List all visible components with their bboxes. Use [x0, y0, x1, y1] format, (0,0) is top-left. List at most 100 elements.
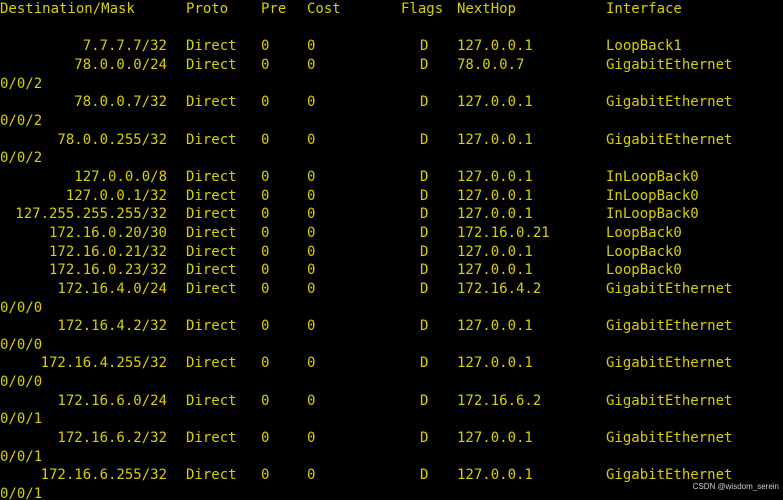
route-cost: 0 [307, 430, 316, 447]
route-proto: Direct [186, 430, 237, 447]
route-interface-wrap: 0/0/2 [0, 112, 783, 131]
route-row: 78.0.0.0/24 Direct 0 0 D 78.0.0.7 GigabitEther… [0, 56, 783, 75]
route-nexthop: 127.0.0.1 [457, 206, 533, 223]
route-row: 172.16.0.23/32 Direct 0 0 D 127.0.0.1 LoopBack… [0, 261, 783, 280]
route-pre: 0 [261, 280, 270, 297]
route-destination: 172.16.4.255/32 [40, 355, 167, 372]
route-proto: Direct [186, 131, 237, 148]
header-pre: Pre [261, 1, 287, 17]
route-pre: 0 [261, 168, 270, 185]
route-flags: D [420, 168, 429, 185]
route-pre: 0 [261, 318, 270, 335]
route-nexthop: 127.0.0.1 [457, 467, 533, 484]
route-flags: D [420, 430, 429, 447]
route-pre: 0 [261, 355, 270, 372]
route-row: 172.16.0.20/30 Direct 0 0 D 172.16.0.21 LoopBa… [0, 224, 783, 243]
route-nexthop: 127.0.0.1 [457, 131, 533, 148]
route-flags: D [420, 224, 429, 241]
route-row: 172.16.0.21/32 Direct 0 0 D 127.0.0.1 LoopBack… [0, 243, 783, 262]
route-nexthop: 172.16.0.21 [457, 224, 550, 241]
route-destination: 7.7.7.7/32 [82, 38, 167, 55]
route-nexthop: 127.0.0.1 [457, 262, 533, 279]
header-nexthop: NextHop [457, 1, 517, 17]
route-proto: Direct [186, 280, 237, 297]
route-destination: 172.16.0.23/32 [48, 262, 167, 279]
route-pre: 0 [261, 206, 270, 223]
route-destination: 172.16.6.2/32 [57, 430, 167, 447]
route-proto: Direct [186, 94, 237, 111]
route-nexthop: 127.0.0.1 [457, 430, 533, 447]
route-interface: GigabitEthernet [606, 94, 733, 111]
header-cost: Cost [307, 1, 341, 17]
route-row: 172.16.4.2/32 Direct 0 0 D 127.0.0.1 GigabitEt… [0, 317, 783, 336]
route-cost: 0 [307, 206, 316, 223]
route-proto: Direct [186, 206, 237, 223]
route-interface-continuation: 0/0/0 [0, 299, 43, 316]
route-cost: 0 [307, 243, 316, 260]
terminal-window[interactable]: Destination/Mask Proto Pre Cost Flags Ne… [0, 0, 783, 500]
route-cost: 0 [307, 318, 316, 335]
route-proto: Direct [186, 56, 237, 73]
route-row: 172.16.6.255/32 Direct 0 0 D 127.0.0.1 Gigabit… [0, 466, 783, 485]
route-pre: 0 [261, 243, 270, 260]
route-interface: LoopBack0 [606, 243, 682, 260]
route-flags: D [420, 355, 429, 372]
header-flags: Flags [401, 1, 444, 17]
route-interface-continuation: 0/0/0 [0, 336, 43, 353]
route-interface: GigabitEthernet [606, 131, 733, 148]
header-interface: Interface [606, 1, 682, 17]
route-cost: 0 [307, 38, 316, 55]
route-interface: LoopBack0 [606, 262, 682, 279]
route-destination: 78.0.0.0/24 [74, 56, 167, 73]
route-destination: 172.16.4.0/24 [57, 280, 167, 297]
route-pre: 0 [261, 94, 270, 111]
route-proto: Direct [186, 224, 237, 241]
route-nexthop: 127.0.0.1 [457, 187, 533, 204]
route-flags: D [420, 94, 429, 111]
route-cost: 0 [307, 224, 316, 241]
route-proto: Direct [186, 38, 237, 55]
route-nexthop: 172.16.4.2 [457, 280, 542, 297]
route-interface: InLoopBack0 [606, 187, 699, 204]
route-row: 7.7.7.7/32 Direct 0 0 D 127.0.0.1 LoopBack1 [0, 37, 783, 56]
route-interface: GigabitEthernet [606, 355, 733, 372]
route-nexthop: 127.0.0.1 [457, 94, 533, 111]
route-pre: 0 [261, 56, 270, 73]
route-interface: GigabitEthernet [606, 280, 733, 297]
route-pre: 0 [261, 131, 270, 148]
route-interface: InLoopBack0 [606, 206, 699, 223]
route-nexthop: 172.16.6.2 [457, 392, 542, 409]
route-cost: 0 [307, 280, 316, 297]
route-interface-continuation: 0/0/2 [0, 150, 43, 167]
route-interface: LoopBack0 [606, 224, 682, 241]
route-nexthop: 78.0.0.7 [457, 56, 525, 73]
route-destination: 172.16.6.0/24 [57, 392, 167, 409]
route-destination: 127.0.0.1/32 [65, 187, 167, 204]
route-proto: Direct [186, 168, 237, 185]
route-interface-wrap: 0/0/1 [0, 485, 783, 500]
route-interface-wrap: 0/0/0 [0, 336, 783, 355]
route-proto: Direct [186, 243, 237, 260]
route-row: 172.16.4.0/24 Direct 0 0 D 172.16.4.2 GigabitE… [0, 280, 783, 299]
route-interface-wrap: 0/0/1 [0, 448, 783, 467]
route-cost: 0 [307, 187, 316, 204]
routing-table-header: Destination/Mask Proto Pre Cost Flags Ne… [0, 0, 783, 19]
route-interface-continuation: 0/0/1 [0, 448, 43, 465]
route-row: 172.16.4.255/32 Direct 0 0 D 127.0.0.1 Gigabit… [0, 354, 783, 373]
route-cost: 0 [307, 392, 316, 409]
route-proto: Direct [186, 262, 237, 279]
route-interface: GigabitEthernet [606, 392, 733, 409]
route-interface: GigabitEthernet [606, 430, 733, 447]
route-interface-wrap: 0/0/0 [0, 373, 783, 392]
header-destination-mask: Destination/Mask [0, 1, 135, 17]
route-destination: 172.16.0.20/30 [48, 224, 167, 241]
route-flags: D [420, 262, 429, 279]
route-nexthop: 127.0.0.1 [457, 168, 533, 185]
route-interface-continuation: 0/0/2 [0, 75, 43, 92]
route-cost: 0 [307, 467, 316, 484]
route-flags: D [420, 56, 429, 73]
route-destination: 172.16.4.2/32 [57, 318, 167, 335]
route-row: 172.16.6.0/24 Direct 0 0 D 172.16.6.2 GigabitE… [0, 392, 783, 411]
route-destination: 172.16.0.21/32 [48, 243, 167, 260]
